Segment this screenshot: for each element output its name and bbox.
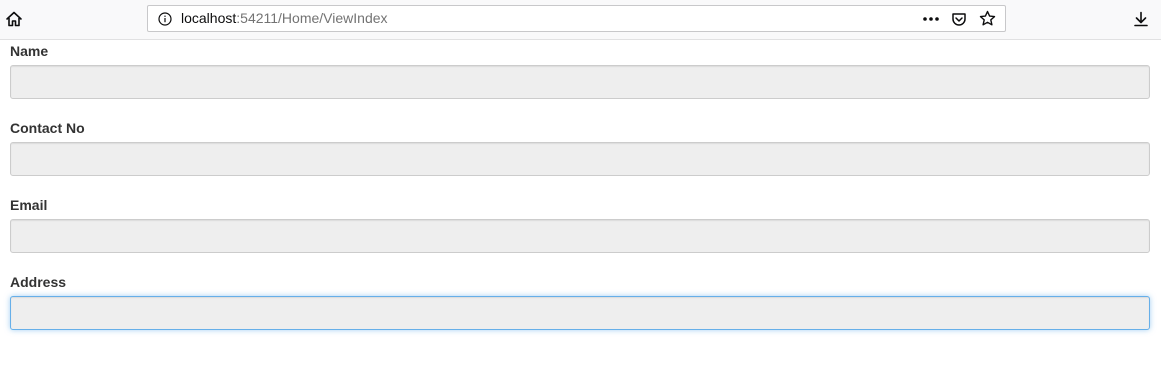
page-actions-menu-button[interactable] bbox=[917, 6, 945, 31]
name-label: Name bbox=[10, 43, 49, 59]
contact-no-input[interactable] bbox=[10, 142, 1150, 176]
browser-toolbar: localhost:54211/Home/ViewIndex bbox=[0, 0, 1161, 40]
contact-form: Name Contact No Email Address bbox=[10, 40, 1150, 350]
url-path: :54211/Home/ViewIndex bbox=[236, 10, 388, 26]
star-icon bbox=[979, 10, 995, 26]
info-icon bbox=[158, 12, 172, 26]
download-icon bbox=[1134, 11, 1148, 27]
email-group: Email bbox=[10, 196, 1150, 253]
name-group: Name bbox=[10, 42, 1150, 99]
name-input[interactable] bbox=[10, 65, 1150, 99]
email-input[interactable] bbox=[10, 219, 1150, 253]
address-group: Address bbox=[10, 273, 1150, 330]
pocket-icon bbox=[952, 12, 966, 26]
page-actions bbox=[917, 6, 1001, 31]
contact-no-label: Contact No bbox=[10, 120, 85, 136]
home-icon bbox=[6, 11, 22, 27]
address-input[interactable] bbox=[10, 296, 1150, 330]
url-text[interactable]: localhost:54211/Home/ViewIndex bbox=[181, 6, 388, 31]
site-info-button[interactable] bbox=[157, 11, 173, 27]
url-bar[interactable]: localhost:54211/Home/ViewIndex bbox=[147, 5, 1006, 32]
pocket-button[interactable] bbox=[945, 6, 973, 31]
url-host: localhost bbox=[181, 10, 237, 26]
contact-no-group: Contact No bbox=[10, 119, 1150, 176]
address-label: Address bbox=[10, 274, 67, 290]
bookmark-button[interactable] bbox=[973, 6, 1001, 31]
downloads-button[interactable] bbox=[1128, 6, 1154, 32]
home-button[interactable] bbox=[1, 6, 27, 32]
email-label: Email bbox=[10, 197, 48, 213]
more-actions-icon bbox=[923, 16, 939, 21]
